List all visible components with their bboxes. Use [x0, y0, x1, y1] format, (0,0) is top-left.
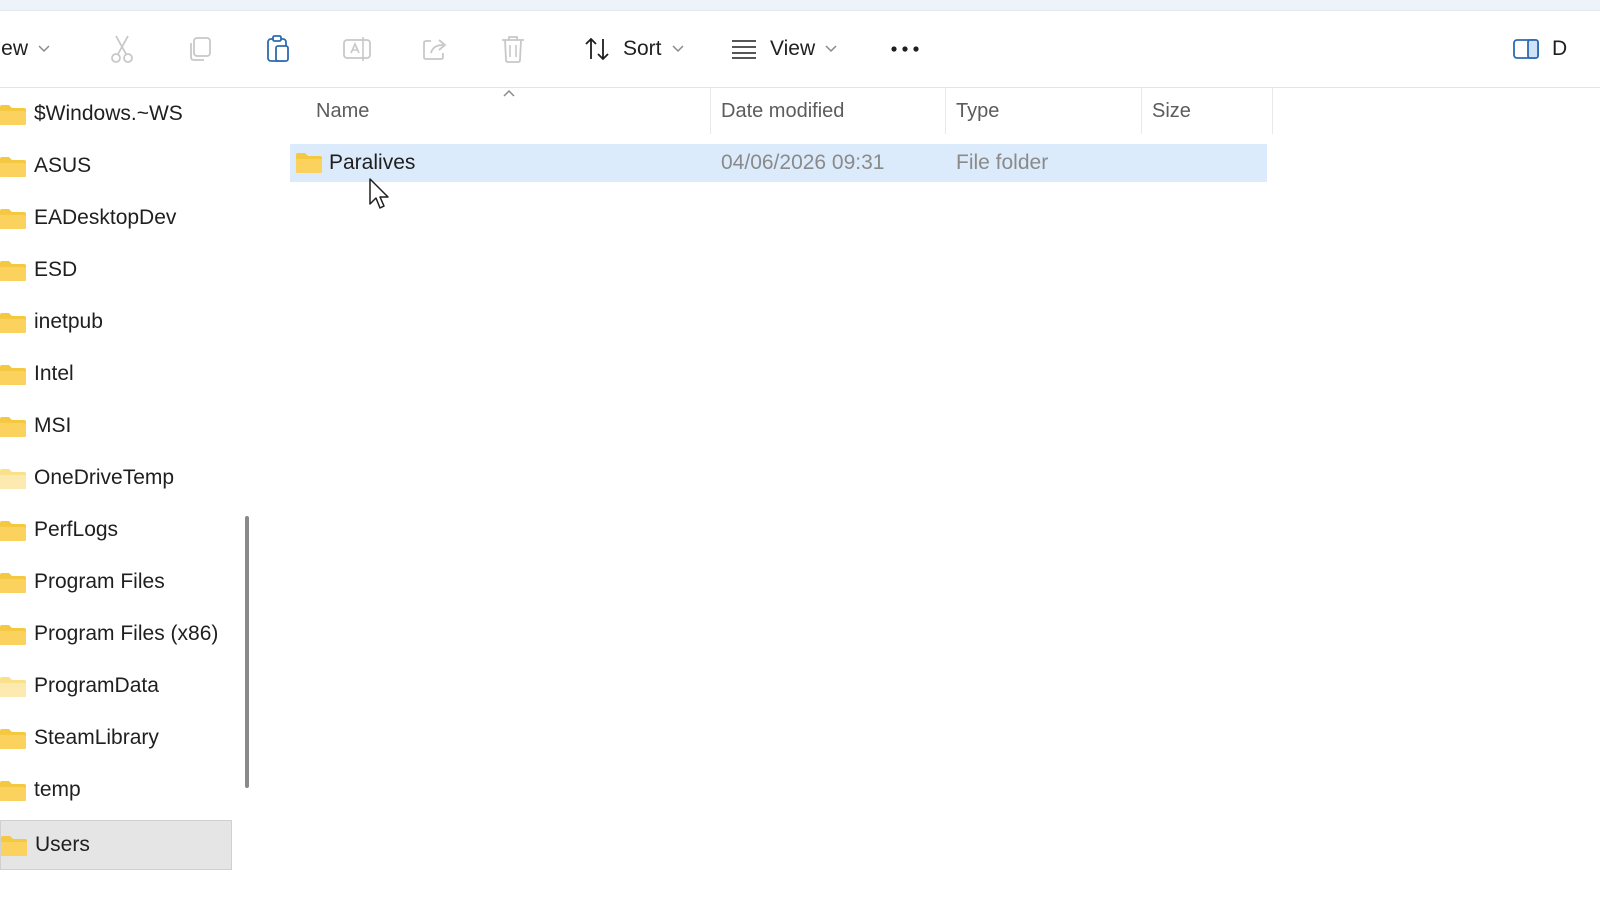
file-row[interactable]: Paralives 04/06/2026 09:31 File folder: [290, 144, 1267, 182]
view-button[interactable]: View: [730, 11, 837, 87]
column-header-type[interactable]: Type: [956, 88, 999, 134]
nav-item-label: $Windows.~WS: [34, 102, 183, 125]
nav-item[interactable]: OneDriveTemp: [0, 454, 232, 504]
sort-label: Sort: [623, 37, 662, 60]
column-divider[interactable]: [710, 88, 711, 134]
column-header-name-label: Name: [316, 99, 370, 122]
sort-ascending-icon: [503, 89, 515, 97]
cut-button[interactable]: [108, 11, 136, 87]
nav-item-label: inetpub: [34, 310, 103, 333]
nav-item[interactable]: SteamLibrary: [0, 714, 232, 764]
rename-button[interactable]: [342, 11, 372, 87]
nav-item-selected[interactable]: Users: [0, 820, 232, 870]
folder-icon: [0, 469, 26, 489]
file-name: Paralives: [329, 151, 416, 174]
nav-item[interactable]: inetpub: [0, 298, 232, 348]
folder-icon: [0, 781, 26, 801]
folder-icon: [0, 365, 26, 385]
file-list: Name Date modified Type Size Paralives 0…: [266, 88, 1600, 900]
nav-item-label: ESD: [34, 258, 78, 281]
column-divider[interactable]: [1272, 88, 1273, 134]
new-button[interactable]: New: [0, 11, 50, 87]
details-pane-icon: [1513, 39, 1539, 59]
nav-item-label: temp: [34, 778, 81, 801]
nav-item[interactable]: PerfLogs: [0, 506, 232, 556]
nav-item[interactable]: Program Files (x86): [0, 610, 232, 660]
nav-item-label: Program Files: [34, 570, 165, 593]
folder-icon: [0, 157, 26, 177]
nav-item-label: SteamLibrary: [34, 726, 159, 749]
column-header-size-label: Size: [1152, 99, 1191, 122]
nav-item-label: ASUS: [34, 154, 92, 177]
sort-button[interactable]: Sort: [583, 11, 684, 87]
more-options-button[interactable]: [890, 11, 920, 87]
folder-icon: [0, 573, 26, 593]
chevron-down-icon: [671, 45, 684, 53]
paste-button[interactable]: [264, 11, 292, 87]
share-button[interactable]: [421, 11, 449, 87]
nav-item[interactable]: $Windows.~WS: [0, 90, 232, 140]
nav-item[interactable]: ASUS: [0, 142, 232, 192]
nav-item-label: PerfLogs: [34, 518, 119, 541]
cut-icon: [111, 35, 133, 63]
nav-item-label: ProgramData: [34, 674, 159, 697]
folder-icon: [0, 729, 26, 749]
nav-item[interactable]: ESD: [0, 246, 232, 296]
command-bar: New: [0, 11, 1600, 88]
folder-icon: [0, 209, 26, 229]
details-pane-button[interactable]: D: [1512, 11, 1567, 87]
column-divider[interactable]: [945, 88, 946, 134]
view-label: View: [770, 37, 816, 60]
new-label: New: [0, 37, 29, 60]
nav-item-label: EADesktopDev: [34, 206, 177, 229]
nav-item[interactable]: Intel: [0, 350, 232, 400]
folder-icon: [0, 105, 26, 125]
nav-item[interactable]: ProgramData: [0, 662, 232, 712]
nav-item-label: Users: [35, 833, 90, 856]
file-date-modified: 04/06/2026 09:31: [721, 151, 885, 174]
file-type: File folder: [956, 151, 1049, 174]
folder-icon: [0, 521, 26, 541]
sidebar-scrollbar[interactable]: [245, 516, 249, 788]
sort-icon: [585, 37, 609, 61]
folder-icon: [0, 261, 26, 281]
nav-item-label: Intel: [34, 362, 74, 385]
mouse-cursor-icon: [369, 178, 389, 209]
column-header-name[interactable]: Name: [316, 88, 369, 134]
nav-item[interactable]: Program Files: [0, 558, 232, 608]
column-header-date-label: Date modified: [721, 99, 845, 122]
nav-item-label: Program Files (x86): [34, 622, 219, 645]
nav-item-label: OneDriveTemp: [34, 466, 175, 489]
folder-icon: [0, 313, 26, 333]
chevron-down-icon: [38, 45, 50, 53]
nav-item[interactable]: temp: [0, 766, 232, 816]
title-bar-strip: [0, 0, 1600, 11]
share-icon: [423, 39, 447, 60]
details-label: D: [1552, 37, 1568, 60]
navigation-pane: $Windows.~WS ASUS EADesktopDev ESD inetp…: [0, 88, 252, 900]
folder-icon: [296, 153, 322, 173]
nav-item[interactable]: EADesktopDev: [0, 194, 232, 244]
column-divider[interactable]: [1141, 88, 1142, 134]
column-header-type-label: Type: [956, 99, 1000, 122]
folder-icon: [0, 677, 26, 697]
copy-icon: [190, 37, 211, 61]
copy-button[interactable]: [186, 11, 214, 87]
paste-icon: [267, 35, 289, 62]
folder-icon: [1, 836, 27, 856]
chevron-down-icon: [825, 45, 837, 53]
more-icon: [891, 46, 919, 52]
view-icon: [732, 40, 756, 59]
nav-item-label: MSI: [34, 414, 72, 437]
column-header-size[interactable]: Size: [1152, 88, 1191, 134]
column-header-date[interactable]: Date modified: [721, 88, 844, 134]
rename-icon: [343, 37, 371, 61]
folder-icon: [0, 417, 26, 437]
delete-button[interactable]: [500, 11, 526, 87]
folder-icon: [0, 625, 26, 645]
nav-item[interactable]: MSI: [0, 402, 232, 452]
delete-icon: [502, 36, 524, 63]
